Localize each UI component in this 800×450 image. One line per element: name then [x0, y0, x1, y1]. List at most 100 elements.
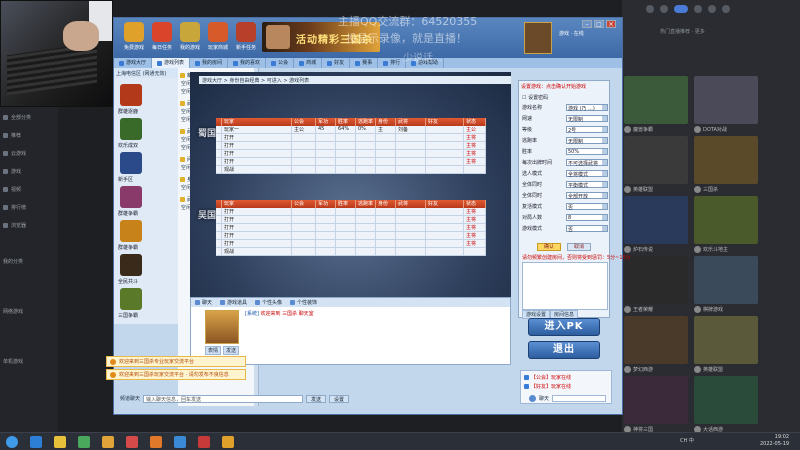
friend-search-input[interactable]	[552, 395, 607, 402]
sidebar-section[interactable]: 我的分类	[3, 256, 23, 266]
stream-thumbnail[interactable]	[624, 376, 688, 424]
taskbar-qq-icon[interactable]	[30, 436, 42, 448]
sidebar-item[interactable]: 云游戏	[3, 148, 26, 158]
seat-row[interactable]: 打开 主将	[216, 216, 486, 224]
password-checkbox[interactable]: ☐ 设置密码	[522, 93, 608, 101]
stream-caption[interactable]: 梦幻西游	[624, 366, 653, 373]
stream-caption[interactable]: 三国杀	[694, 186, 718, 193]
user-avatar[interactable]	[524, 22, 552, 54]
game-module-icon[interactable]	[120, 118, 142, 140]
setting-dropdown[interactable]: 无限制	[566, 136, 608, 145]
sidebar-item[interactable]: 浏览器	[3, 220, 26, 230]
stream-thumbnail[interactable]	[694, 316, 758, 364]
stream-caption[interactable]: 英雄联盟	[624, 186, 653, 193]
tab[interactable]: 赛事	[350, 58, 379, 68]
close-button[interactable]: ×	[606, 20, 616, 28]
setting-dropdown[interactable]: 不可选择武将	[566, 158, 608, 167]
enter-pk-button[interactable]: 进入PK	[528, 318, 600, 336]
chat-input[interactable]: 输入聊天信息，回车发送	[143, 394, 304, 403]
chat-tab[interactable]: 游戏道具	[216, 298, 251, 307]
stream-caption[interactable]: 王者荣耀	[624, 306, 653, 313]
minimize-button[interactable]: –	[582, 20, 592, 28]
seat-row[interactable]: 打开 主将	[216, 224, 486, 232]
game-module-label[interactable]: 欢乐成双	[118, 142, 138, 149]
chat-action-button[interactable]: 表情	[205, 346, 222, 355]
friend-row[interactable]: 【好友】玩家在线	[524, 383, 571, 390]
cancel-button[interactable]: 取消	[567, 243, 591, 251]
chat-tab[interactable]: 个性装饰	[286, 298, 321, 307]
game-module-label[interactable]: 全民共斗	[118, 278, 138, 285]
toolbar-button[interactable]: 我的游戏	[176, 22, 204, 54]
tab[interactable]: 排行	[378, 58, 407, 68]
stream-caption[interactable]: 欢乐斗地主	[694, 246, 728, 253]
stream-thumbnail[interactable]	[694, 136, 758, 184]
setting-dropdown[interactable]: 否	[566, 224, 608, 233]
setting-dropdown[interactable]: 2号	[566, 125, 608, 134]
game-module-icon[interactable]	[120, 254, 142, 276]
stream-thumbnail[interactable]	[694, 76, 758, 124]
history-icon[interactable]	[660, 5, 668, 13]
tab[interactable]: 好友	[322, 58, 351, 68]
settings-icon[interactable]	[708, 5, 716, 13]
seat-row[interactable]: 打开 主将	[216, 142, 486, 150]
setting-dropdown[interactable]: 平衡模式	[566, 180, 608, 189]
seat-row[interactable]: 打开 主将	[216, 240, 486, 248]
setting-dropdown[interactable]: 游戏 (乃 ...)	[566, 103, 608, 112]
setting-dropdown[interactable]: 无限制	[566, 114, 608, 123]
chat-settings-button[interactable]: 设置	[329, 394, 350, 403]
tab[interactable]: 游戏大厅	[114, 58, 153, 68]
add-friend-icon[interactable]	[529, 395, 536, 402]
sidebar-item[interactable]: 视频	[3, 184, 21, 194]
tab[interactable]: 公会	[266, 58, 295, 68]
message-icon[interactable]	[694, 5, 702, 13]
sidebar-section[interactable]: 网络游戏	[3, 306, 23, 316]
stream-caption[interactable]: 炉石传说	[624, 246, 653, 253]
seat-row[interactable]: 观战	[216, 248, 486, 256]
sidebar-item[interactable]: 全部分类	[3, 112, 31, 122]
sidebar-section[interactable]: 单机游戏	[3, 356, 23, 366]
home-icon[interactable]	[646, 5, 654, 13]
setting-dropdown[interactable]: 全部开放	[566, 191, 608, 200]
chat-tab[interactable]: 聊天	[191, 298, 216, 307]
stream-caption[interactable]: 魔兽争霸	[624, 126, 653, 133]
game-module-label[interactable]: 群雄争霸	[118, 210, 138, 217]
toolbar-button[interactable]: 每日任务	[148, 22, 176, 54]
tab[interactable]: 我的喜欢	[228, 58, 267, 68]
stream-thumbnail[interactable]	[624, 316, 688, 364]
game-module-label[interactable]: 群雄逐鹿	[118, 108, 138, 115]
stream-thumbnail[interactable]	[624, 76, 688, 124]
toolbar-button[interactable]: 玩家商城	[204, 22, 232, 54]
exit-button[interactable]: 退出	[528, 341, 600, 359]
stream-thumbnail[interactable]	[694, 196, 758, 244]
tab[interactable]: 商城	[294, 58, 323, 68]
tab[interactable]: 游戏帮助	[406, 58, 445, 68]
stream-thumbnail[interactable]	[624, 256, 688, 304]
seat-row[interactable]: 观战	[216, 166, 486, 174]
confirm-button[interactable]: 确认	[537, 243, 561, 251]
seat-row[interactable]: 打开 主将	[216, 208, 486, 216]
taskbar-browser-icon[interactable]	[78, 436, 90, 448]
stream-thumbnail[interactable]	[624, 136, 688, 184]
taskbar-media-icon[interactable]	[126, 436, 138, 448]
seat-row[interactable]: 打开 主将	[216, 150, 486, 158]
game-module-label[interactable]: 群雄争霸	[118, 244, 138, 251]
game-module-icon[interactable]	[120, 84, 142, 106]
game-module-label[interactable]: 三国争霸	[118, 312, 138, 319]
taskbar-game-icon[interactable]	[150, 436, 162, 448]
send-button[interactable]: 发送	[306, 394, 327, 403]
stream-caption[interactable]: 英雄联盟	[694, 366, 723, 373]
stream-thumbnail[interactable]	[624, 196, 688, 244]
game-module-icon[interactable]	[120, 288, 142, 310]
chat-tab[interactable]: 个性头像	[251, 298, 286, 307]
minimize-icon[interactable]	[722, 5, 730, 13]
seat-row[interactable]: 打开 主将	[216, 158, 486, 166]
friend-row[interactable]: 【公会】玩家在线	[524, 374, 571, 381]
taskbar-folder-icon[interactable]	[102, 436, 114, 448]
toolbar-button[interactable]: 新手任务	[232, 22, 260, 54]
setting-dropdown[interactable]: 8	[566, 213, 608, 221]
taskbar-app-icon[interactable]	[174, 436, 186, 448]
game-module-icon[interactable]	[120, 152, 142, 174]
game-module-icon[interactable]	[120, 186, 142, 208]
seat-row[interactable]: 打开 主将	[216, 134, 486, 142]
live-icon[interactable]	[674, 5, 688, 13]
